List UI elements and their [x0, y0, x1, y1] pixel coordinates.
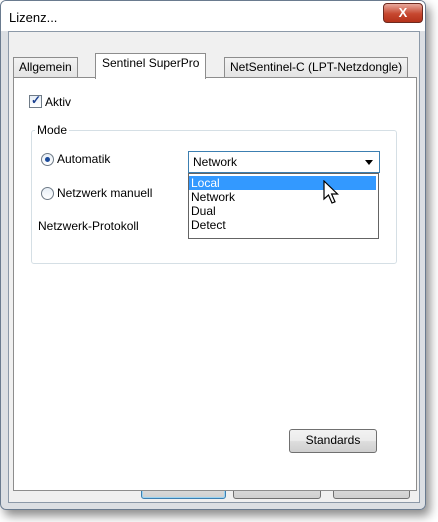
option-detect[interactable]: Detect: [189, 218, 376, 232]
standards-button[interactable]: Standards: [289, 429, 377, 453]
close-icon: X: [398, 5, 408, 20]
protocol-dropdown-list: Local Network Dual Detect: [188, 173, 379, 239]
dialog-window: Lizenz... X Allgemein Sentinel SuperPro …: [0, 0, 426, 510]
combobox-selected-value: Network: [193, 155, 238, 169]
netzwerk-protokoll-label: Netzwerk-Protokoll: [38, 219, 139, 233]
title-bar[interactable]: Lizenz... X: [1, 1, 425, 31]
tab-allgemein[interactable]: Allgemein: [13, 57, 78, 78]
mode-group-legend: Mode: [35, 123, 70, 137]
automatik-radio[interactable]: [41, 153, 54, 166]
option-network[interactable]: Network: [189, 190, 376, 204]
netzwerk-manuell-label: Netzwerk manuell: [57, 186, 153, 200]
network-protocol-combobox[interactable]: Network: [188, 151, 380, 173]
mouse-pointer-icon: [323, 180, 339, 204]
aktiv-checkbox[interactable]: ✓: [29, 93, 42, 108]
tab-panel-sentinel-superpro: ✓ Aktiv Mode Automatik Netzwerk manuell …: [13, 77, 417, 491]
chevron-down-icon: [365, 160, 373, 165]
dialog-client-area: Allgemein Sentinel SuperPro NetSentinel-…: [8, 31, 420, 503]
netzwerk-manuell-radio[interactable]: [41, 187, 54, 200]
tab-netsentinel-c[interactable]: NetSentinel-C (LPT-Netzdongle): [224, 57, 409, 78]
checkmark-icon: ✓: [31, 93, 42, 107]
radio-selected-dot: [45, 157, 50, 162]
window-title: Lizenz...: [9, 10, 58, 25]
option-dual[interactable]: Dual: [189, 204, 376, 218]
aktiv-label: Aktiv: [45, 95, 72, 109]
automatik-label: Automatik: [57, 152, 111, 166]
option-local[interactable]: Local: [189, 176, 376, 190]
tab-sentinel-superpro[interactable]: Sentinel SuperPro: [95, 53, 207, 79]
close-button[interactable]: X: [383, 3, 423, 23]
